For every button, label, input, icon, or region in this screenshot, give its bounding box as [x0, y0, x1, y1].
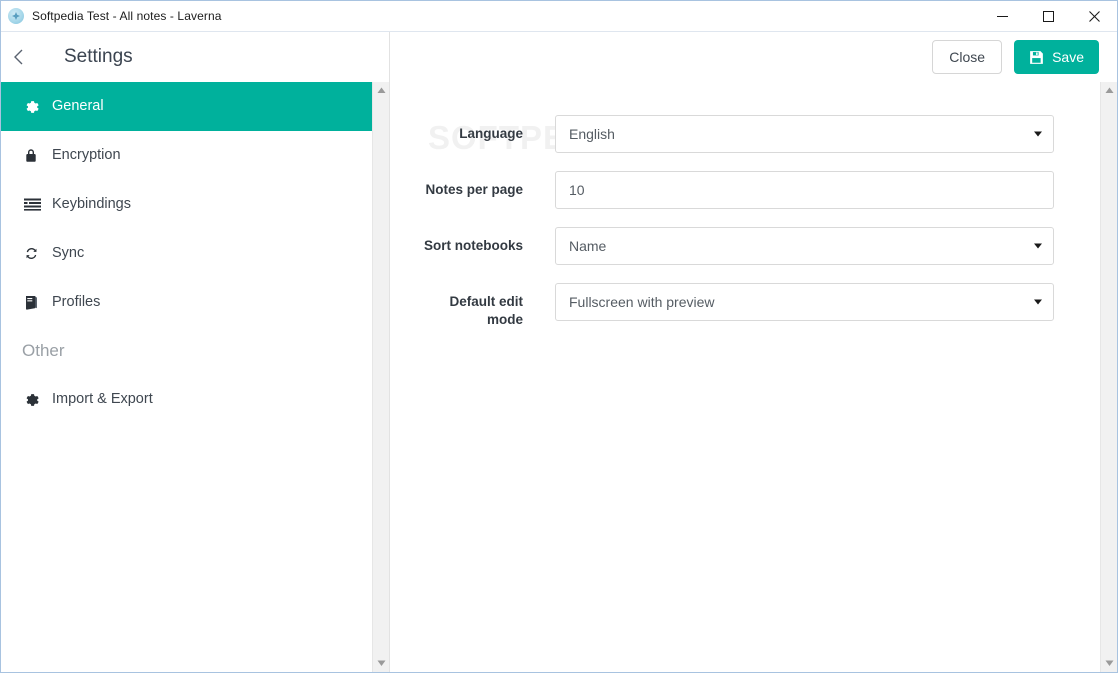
scroll-up-arrow-icon[interactable] [373, 82, 390, 99]
language-select[interactable]: English [555, 115, 1054, 153]
save-button-label: Save [1052, 49, 1084, 65]
close-settings-button[interactable]: Close [932, 40, 1003, 74]
content-scrollbar[interactable] [1100, 82, 1117, 672]
sidebar-item-sync[interactable]: Sync [1, 229, 372, 278]
book-icon [24, 294, 44, 312]
window-title: Softpedia Test - All notes - Laverna [32, 9, 222, 23]
scroll-down-arrow-icon[interactable] [373, 655, 390, 672]
sidebar-section-other: Other [22, 341, 65, 360]
form-label-language: Language [459, 126, 523, 141]
sidebar-item-label: General [52, 98, 104, 115]
form-label-notes-per-page: Notes per page [425, 182, 523, 197]
sidebar-scrollbar-track[interactable] [373, 99, 390, 655]
settings-toolbar: Close Save [390, 32, 1117, 82]
language-select-value: English [569, 126, 615, 142]
sidebar-item-profiles[interactable]: Profiles [1, 278, 372, 327]
sidebar-item-label: Keybindings [52, 196, 131, 213]
sort-notebooks-select[interactable]: Name [555, 227, 1054, 265]
list-alt-icon [24, 196, 44, 214]
chevron-left-icon [12, 47, 26, 67]
close-button[interactable] [1071, 1, 1117, 32]
default-edit-mode-select-value: Fullscreen with preview [569, 294, 715, 310]
close-icon [1088, 10, 1101, 23]
sidebar-item-import-export[interactable]: Import & Export [1, 375, 372, 424]
settings-content-panel: Close Save SOFTPEDIA Language English No… [390, 32, 1117, 672]
sidebar-item-label: Encryption [52, 147, 121, 164]
chevron-down-icon [1034, 131, 1042, 137]
back-button[interactable] [1, 32, 37, 82]
sidebar-item-label: Profiles [52, 294, 101, 311]
settings-header: Settings [1, 32, 389, 82]
general-settings-form: SOFTPEDIA® Language English Notes per pa… [390, 82, 1100, 672]
form-group-notes-per-page: Notes per page 10 [390, 171, 1100, 209]
minimize-button[interactable] [979, 1, 1025, 32]
sidebar-item-general[interactable]: General [1, 82, 372, 131]
content-scrollbar-track[interactable] [1101, 99, 1118, 655]
form-group-sort-notebooks: Sort notebooks Name [390, 227, 1100, 265]
form-group-language: Language English [390, 115, 1100, 153]
notes-per-page-value: 10 [569, 182, 585, 198]
form-label-default-edit-mode: Default edit mode [449, 294, 523, 327]
window-controls [979, 1, 1117, 32]
maximize-icon [1042, 10, 1055, 23]
sidebar-scroll-area: General Encryption Keybindings Sync Prof… [1, 82, 389, 672]
sidebar-item-keybindings[interactable]: Keybindings [1, 180, 372, 229]
sidebar-item-label: Sync [52, 245, 85, 262]
form-group-default-edit-mode: Default edit mode Fullscreen with previe… [390, 283, 1100, 329]
sidebar-nav-list: General Encryption Keybindings Sync Prof… [1, 82, 372, 672]
form-label-sort-notebooks: Sort notebooks [423, 238, 523, 253]
maximize-button[interactable] [1025, 1, 1071, 32]
window-body: Settings General Encryption Keybindings … [1, 32, 1117, 672]
sort-notebooks-select-value: Name [569, 238, 607, 254]
app-window: Softpedia Test - All notes - Laverna Set… [0, 0, 1118, 673]
chevron-down-icon [1034, 243, 1042, 249]
scroll-up-arrow-icon[interactable] [1101, 82, 1118, 99]
refresh-icon [24, 245, 44, 263]
save-button[interactable]: Save [1014, 40, 1099, 74]
gear-icon [24, 391, 44, 409]
scroll-down-arrow-icon[interactable] [1101, 655, 1118, 672]
page-title: Settings [64, 46, 133, 67]
settings-sidebar-panel: Settings General Encryption Keybindings … [1, 32, 390, 672]
settings-content-row: SOFTPEDIA® Language English Notes per pa… [390, 82, 1117, 672]
default-edit-mode-select[interactable]: Fullscreen with preview [555, 283, 1054, 321]
minimize-icon [996, 10, 1009, 23]
sidebar-scrollbar[interactable] [372, 82, 389, 672]
gear-icon [24, 98, 44, 116]
sidebar-item-encryption[interactable]: Encryption [1, 131, 372, 180]
chevron-down-icon [1034, 299, 1042, 305]
sidebar-item-label: Import & Export [52, 391, 153, 408]
notes-per-page-input[interactable]: 10 [555, 171, 1054, 209]
lock-icon [24, 147, 44, 165]
floppy-disk-icon [1029, 50, 1044, 65]
laverna-app-icon [8, 8, 24, 24]
title-bar: Softpedia Test - All notes - Laverna [1, 1, 1117, 32]
